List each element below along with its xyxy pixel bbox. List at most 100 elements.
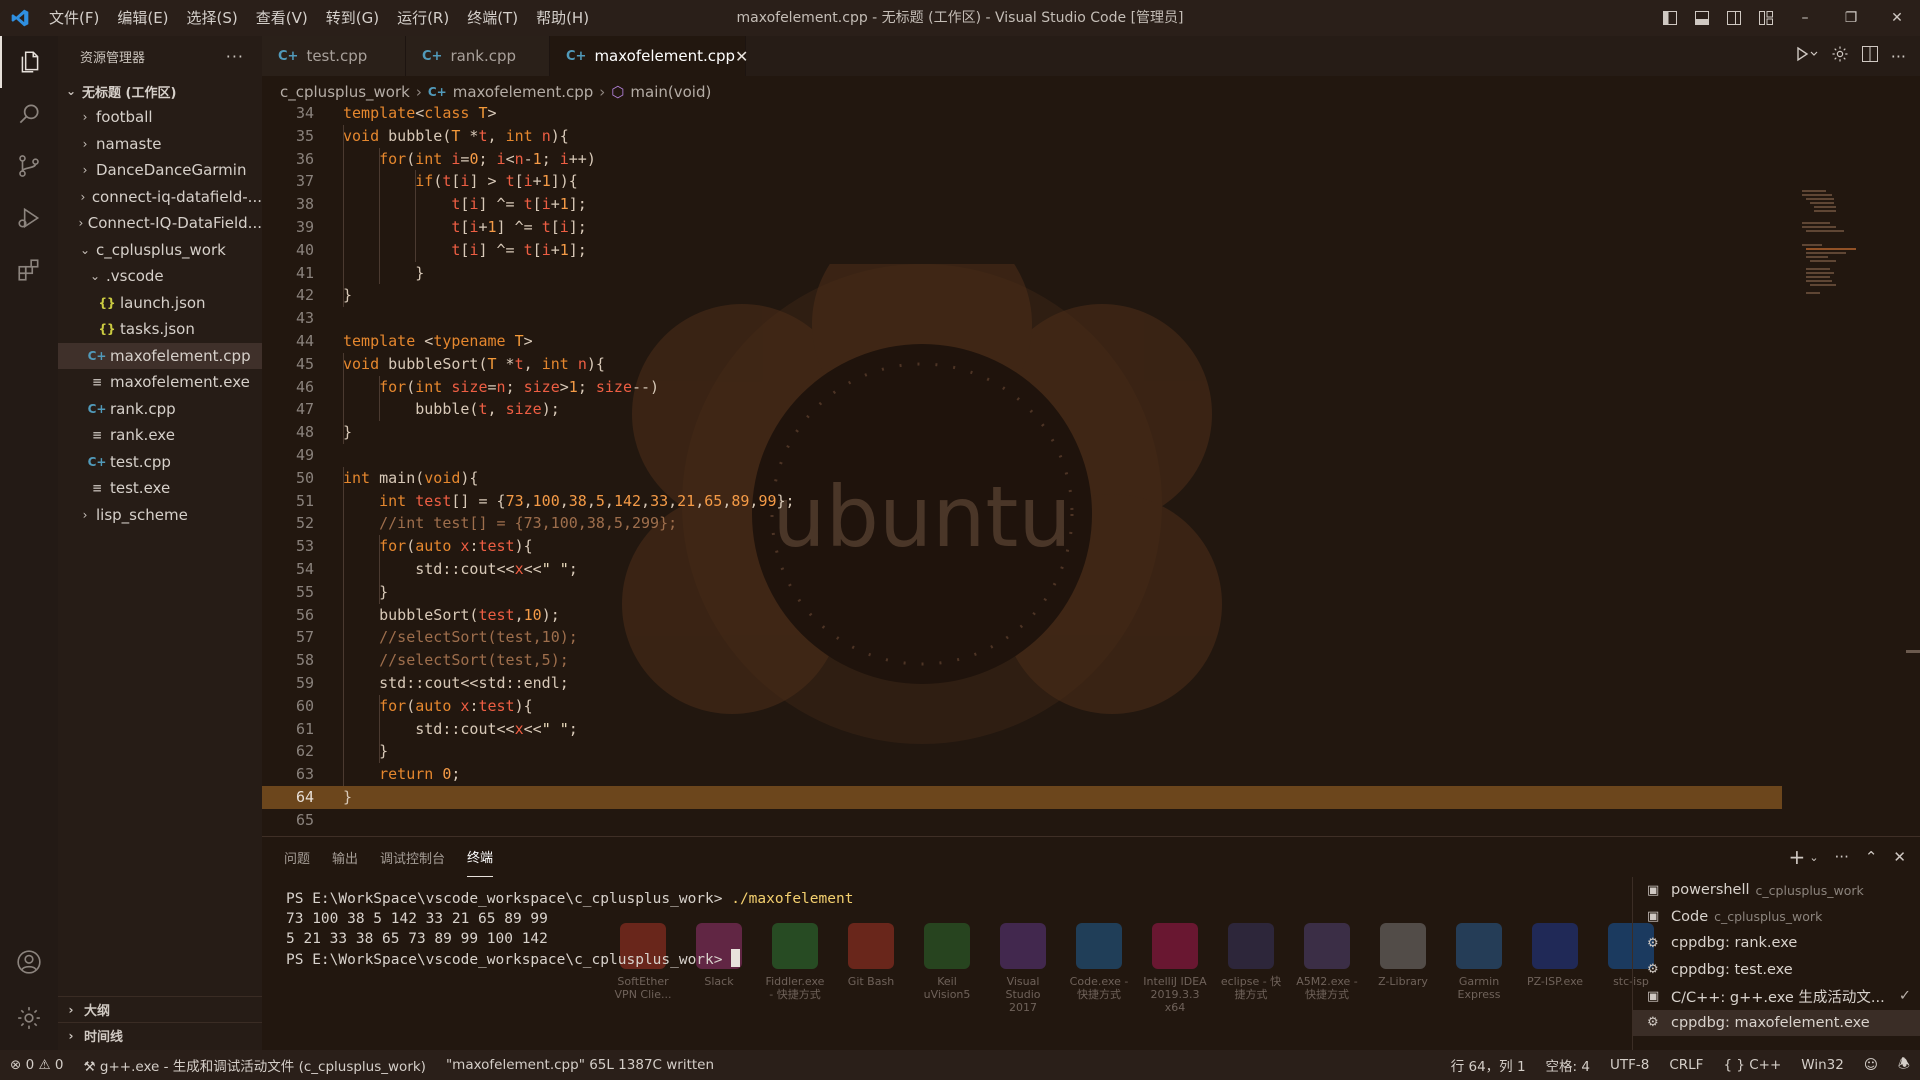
code-line[interactable]: 34 template<class T>	[262, 104, 1782, 125]
explorer-icon[interactable]	[0, 36, 58, 88]
more-actions-icon[interactable]: ···	[1835, 848, 1849, 866]
minimap[interactable]	[1800, 188, 1860, 308]
tree-item[interactable]: {} launch.json	[58, 290, 262, 316]
search-icon[interactable]	[0, 88, 58, 140]
minimize-icon[interactable]: –	[1782, 0, 1828, 36]
extensions-icon[interactable]	[0, 244, 58, 296]
tree-item[interactable]: ≡ test.exe	[58, 475, 262, 501]
split-editor-icon[interactable]	[1861, 45, 1879, 67]
terminal-output[interactable]: PS E:\WorkSpace\vscode_workspace\c_cplus…	[286, 889, 853, 969]
notifications-bell-icon[interactable]: 🕭	[1888, 1054, 1920, 1077]
code-line[interactable]: 39 t[i+1] ^= t[i];	[262, 216, 1782, 239]
code-line[interactable]: 50 int main(void){	[262, 467, 1782, 490]
close-window-icon[interactable]: ✕	[1874, 0, 1920, 36]
menu-file[interactable]: 文件(F)	[40, 0, 108, 36]
tree-item[interactable]: › lisp_scheme	[58, 502, 262, 528]
language-mode[interactable]: { } C++	[1713, 1057, 1791, 1073]
timeline-section[interactable]: › 时间线	[58, 1022, 262, 1048]
tree-item[interactable]: ⌄ c_cplusplus_work	[58, 237, 262, 263]
task-status[interactable]: ⚒ g++.exe - 生成和调试活动文件 (c_cplusplus_work)	[74, 1055, 436, 1075]
terminal-list-item[interactable]: ▣ Code c_cplusplus_work	[1633, 904, 1920, 930]
maximize-panel-icon[interactable]: ⌃	[1865, 848, 1878, 866]
code-line[interactable]: 57 //selectSort(test,10);	[262, 626, 1782, 649]
code-line[interactable]: 53 for(auto x:test){	[262, 535, 1782, 558]
terminal-list-item[interactable]: ▣ powershell c_cplusplus_work	[1633, 877, 1920, 903]
tree-item[interactable]: {} tasks.json	[58, 316, 262, 342]
tab-rank-cpp[interactable]: C+ rank.cpp	[406, 36, 550, 76]
menu-run[interactable]: 运行(R)	[388, 0, 458, 36]
cursor-position[interactable]: 行 64，列 1	[1441, 1055, 1536, 1075]
code-line[interactable]: 54 std::cout<<x<<" ";	[262, 558, 1782, 581]
code-line[interactable]: 37 if(t[i] > t[i+1]){	[262, 170, 1782, 193]
chevron-down-icon[interactable]: ⌄	[1809, 851, 1818, 864]
code-line[interactable]: 44 template <typename T>	[262, 330, 1782, 353]
code-line[interactable]: 62 }	[262, 740, 1782, 763]
tree-item[interactable]: C+ rank.cpp	[58, 396, 262, 422]
workspace-root[interactable]: ⌄ 无标题 (工作区)	[58, 78, 262, 104]
restore-icon[interactable]: ❐	[1828, 0, 1874, 36]
menu-selection[interactable]: 选择(S)	[178, 0, 247, 36]
code-line[interactable]: 46 for(int size=n; size>1; size--)	[262, 376, 1782, 399]
tab-debug-console[interactable]: 调试控制台	[380, 837, 445, 877]
tree-item[interactable]: ≡ rank.exe	[58, 422, 262, 448]
code-line[interactable]: 52 //int test[] = {73,100,38,5,299};	[262, 512, 1782, 535]
tree-item[interactable]: › Connect-IQ-DataField...	[58, 210, 262, 236]
tab-output[interactable]: 输出	[332, 837, 358, 877]
tree-item[interactable]: ⌄ .vscode	[58, 263, 262, 289]
new-terminal-plus-icon[interactable]: +	[1789, 845, 1806, 869]
tree-item[interactable]: ≡ maxofelement.exe	[58, 369, 262, 395]
outline-section[interactable]: › 大纲	[58, 996, 262, 1022]
gear-icon[interactable]	[1831, 45, 1849, 67]
code-line[interactable]: 38 t[i] ^= t[i+1];	[262, 193, 1782, 216]
platform[interactable]: Win32	[1791, 1057, 1854, 1073]
code-line[interactable]: 51 int test[] = {73,100,38,5,142,33,21,6…	[262, 490, 1782, 513]
menu-edit[interactable]: 编辑(E)	[108, 0, 177, 36]
tree-item[interactable]: › namaste	[58, 131, 262, 157]
customize-layout-icon[interactable]	[1750, 0, 1782, 36]
tree-item[interactable]: C+ test.cpp	[58, 449, 262, 475]
tab-test-cpp[interactable]: C+ test.cpp	[262, 36, 406, 76]
code-line[interactable]: 65	[262, 809, 1782, 832]
close-tab-icon[interactable]: ✕	[735, 47, 748, 66]
indentation[interactable]: 空格: 4	[1536, 1055, 1600, 1075]
code-line[interactable]: 36 for(int i=0; i<n-1; i++)	[262, 148, 1782, 171]
code-line[interactable]: 49	[262, 444, 1782, 467]
terminal-list-item[interactable]: ⚙ cppdbg: test.exe	[1633, 957, 1920, 983]
code-line[interactable]: 48}	[262, 421, 1782, 444]
run-debug-dropdown-icon[interactable]	[1795, 45, 1819, 67]
feedback-icon[interactable]: ☺	[1854, 1057, 1888, 1073]
tree-item[interactable]: › connect-iq-datafield-...	[58, 184, 263, 210]
code-line[interactable]: 61 std::cout<<x<<" ";	[262, 718, 1782, 741]
code-line[interactable]: 59 std::cout<<std::endl;	[262, 672, 1782, 695]
code-line[interactable]: 63 return 0;	[262, 763, 1782, 786]
terminal-list-item[interactable]: ⚙ cppdbg: rank.exe	[1633, 930, 1920, 956]
menu-terminal[interactable]: 终端(T)	[458, 0, 527, 36]
tab-maxofelement-cpp[interactable]: C+ maxofelement.cpp ✕	[550, 36, 748, 76]
toggle-panel-icon[interactable]	[1686, 0, 1718, 36]
tab-terminal[interactable]: 终端	[467, 837, 494, 877]
code-line[interactable]: 47 bubble(t, size);	[262, 398, 1782, 421]
toggle-sidebar-icon[interactable]	[1654, 0, 1686, 36]
scrollbar-thumb[interactable]	[1906, 650, 1920, 653]
code-line[interactable]: 41 }	[262, 262, 1782, 285]
tree-item[interactable]: C+ maxofelement.cpp	[58, 342, 262, 369]
tree-item[interactable]: › football	[58, 104, 262, 130]
code-line[interactable]: 64}	[262, 786, 1782, 809]
problems-status[interactable]: ⊗ 0 ⚠ 0	[0, 1057, 74, 1073]
code-editor[interactable]: ubuntu 34 template<class T> 35 void bubble(…	[262, 104, 1920, 836]
breadcrumb-folder[interactable]: c_cplusplus_work	[280, 83, 410, 101]
account-icon[interactable]	[0, 936, 58, 988]
code-line[interactable]: 60 for(auto x:test){	[262, 695, 1782, 718]
code-line[interactable]: 45 void bubbleSort(T *t, int n){	[262, 353, 1782, 376]
tab-problems[interactable]: 问题	[284, 837, 310, 877]
menu-go[interactable]: 转到(G)	[317, 0, 388, 36]
encoding[interactable]: UTF-8	[1600, 1057, 1659, 1073]
code-line[interactable]: 42}	[262, 284, 1782, 307]
code-line[interactable]: 58 //selectSort(test,5);	[262, 649, 1782, 672]
menu-view[interactable]: 查看(V)	[247, 0, 317, 36]
breadcrumb-file[interactable]: maxofelement.cpp	[453, 83, 594, 101]
more-actions-icon[interactable]: ···	[226, 47, 244, 66]
code-line[interactable]: 56 bubbleSort(test,10);	[262, 604, 1782, 627]
line-ending[interactable]: CRLF	[1659, 1057, 1713, 1073]
breadcrumb-symbol[interactable]: main(void)	[630, 83, 711, 101]
